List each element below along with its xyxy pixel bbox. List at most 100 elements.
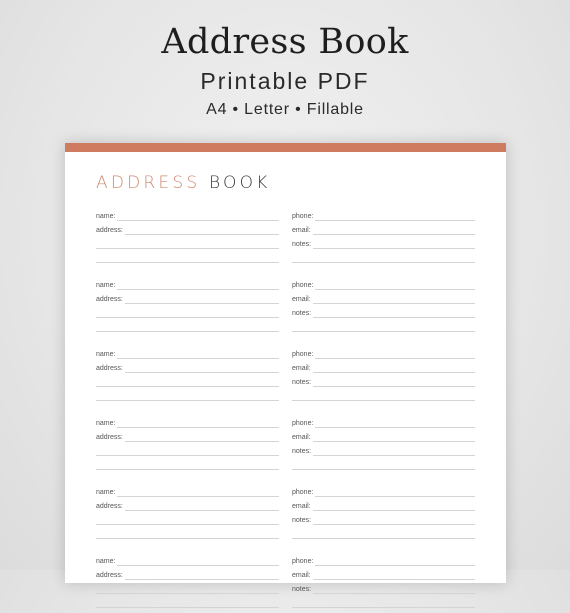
write-line[interactable]: [315, 220, 475, 221]
notes-field[interactable]: notes:: [292, 443, 475, 457]
phone-field[interactable]: phone:: [292, 346, 475, 360]
continuation-field[interactable]: [292, 457, 475, 471]
continuation-field[interactable]: [96, 581, 279, 595]
write-line[interactable]: [117, 358, 279, 359]
left-column: name: address:: [96, 415, 279, 471]
email-field[interactable]: email:: [292, 222, 475, 236]
continuation-field[interactable]: [96, 457, 279, 471]
write-line[interactable]: [312, 441, 475, 442]
write-line[interactable]: [96, 262, 279, 263]
continuation-field[interactable]: [96, 443, 279, 457]
phone-field[interactable]: phone:: [292, 208, 475, 222]
write-line[interactable]: [292, 400, 475, 401]
name-field[interactable]: name:: [96, 484, 279, 498]
write-line[interactable]: [96, 538, 279, 539]
continuation-field[interactable]: [292, 526, 475, 540]
write-line[interactable]: [315, 358, 475, 359]
write-line[interactable]: [315, 565, 475, 566]
write-line[interactable]: [313, 317, 475, 318]
write-line[interactable]: [96, 248, 279, 249]
continuation-field[interactable]: [96, 595, 279, 609]
address-field[interactable]: address:: [96, 498, 279, 512]
write-line[interactable]: [96, 400, 279, 401]
write-line[interactable]: [124, 510, 279, 511]
write-line[interactable]: [312, 372, 475, 373]
email-field[interactable]: email:: [292, 429, 475, 443]
left-column: name: address:: [96, 484, 279, 540]
continuation-field[interactable]: [96, 512, 279, 526]
write-line[interactable]: [313, 455, 475, 456]
continuation-field[interactable]: [292, 250, 475, 264]
continuation-field[interactable]: [96, 236, 279, 250]
write-line[interactable]: [124, 579, 279, 580]
write-line[interactable]: [313, 386, 475, 387]
name-label: name:: [96, 420, 116, 427]
write-line[interactable]: [292, 262, 475, 263]
write-line[interactable]: [315, 427, 475, 428]
continuation-field[interactable]: [292, 388, 475, 402]
email-field[interactable]: email:: [292, 360, 475, 374]
write-line[interactable]: [117, 565, 279, 566]
write-line[interactable]: [117, 496, 279, 497]
continuation-field[interactable]: [96, 250, 279, 264]
write-line[interactable]: [96, 455, 279, 456]
email-field[interactable]: email:: [292, 567, 475, 581]
notes-field[interactable]: notes:: [292, 512, 475, 526]
write-line[interactable]: [124, 303, 279, 304]
write-line[interactable]: [315, 496, 475, 497]
continuation-field[interactable]: [96, 305, 279, 319]
write-line[interactable]: [117, 220, 279, 221]
notes-field[interactable]: notes:: [292, 236, 475, 250]
address-field[interactable]: address:: [96, 222, 279, 236]
write-line[interactable]: [96, 524, 279, 525]
write-line[interactable]: [312, 510, 475, 511]
phone-field[interactable]: phone:: [292, 277, 475, 291]
address-field[interactable]: address:: [96, 291, 279, 305]
name-field[interactable]: name:: [96, 553, 279, 567]
write-line[interactable]: [124, 234, 279, 235]
write-line[interactable]: [117, 289, 279, 290]
phone-field[interactable]: phone:: [292, 484, 475, 498]
phone-field[interactable]: phone:: [292, 553, 475, 567]
phone-field[interactable]: phone:: [292, 415, 475, 429]
notes-field[interactable]: notes:: [292, 374, 475, 388]
write-line[interactable]: [313, 248, 475, 249]
write-line[interactable]: [292, 469, 475, 470]
write-line[interactable]: [124, 372, 279, 373]
write-line[interactable]: [292, 607, 475, 608]
write-line[interactable]: [124, 441, 279, 442]
write-line[interactable]: [96, 607, 279, 608]
write-line[interactable]: [96, 593, 279, 594]
name-field[interactable]: name:: [96, 277, 279, 291]
name-field[interactable]: name:: [96, 208, 279, 222]
email-field[interactable]: email:: [292, 291, 475, 305]
write-line[interactable]: [315, 289, 475, 290]
continuation-field[interactable]: [292, 319, 475, 333]
write-line[interactable]: [312, 303, 475, 304]
notes-field[interactable]: notes:: [292, 581, 475, 595]
name-field[interactable]: name:: [96, 415, 279, 429]
write-line[interactable]: [313, 593, 475, 594]
write-line[interactable]: [312, 234, 475, 235]
continuation-field[interactable]: [96, 374, 279, 388]
continuation-field[interactable]: [96, 526, 279, 540]
continuation-field[interactable]: [292, 595, 475, 609]
address-field[interactable]: address:: [96, 360, 279, 374]
write-line[interactable]: [292, 538, 475, 539]
notes-field[interactable]: notes:: [292, 305, 475, 319]
write-line[interactable]: [292, 331, 475, 332]
write-line[interactable]: [96, 469, 279, 470]
address-field[interactable]: address:: [96, 567, 279, 581]
write-line[interactable]: [117, 427, 279, 428]
address-field[interactable]: address:: [96, 429, 279, 443]
name-field[interactable]: name:: [96, 346, 279, 360]
continuation-field[interactable]: [96, 388, 279, 402]
write-line[interactable]: [312, 579, 475, 580]
continuation-field[interactable]: [96, 319, 279, 333]
write-line[interactable]: [96, 331, 279, 332]
write-line[interactable]: [96, 386, 279, 387]
email-field[interactable]: email:: [292, 498, 475, 512]
write-line[interactable]: [96, 317, 279, 318]
write-line[interactable]: [313, 524, 475, 525]
right-column: phone: email: notes:: [292, 553, 475, 609]
